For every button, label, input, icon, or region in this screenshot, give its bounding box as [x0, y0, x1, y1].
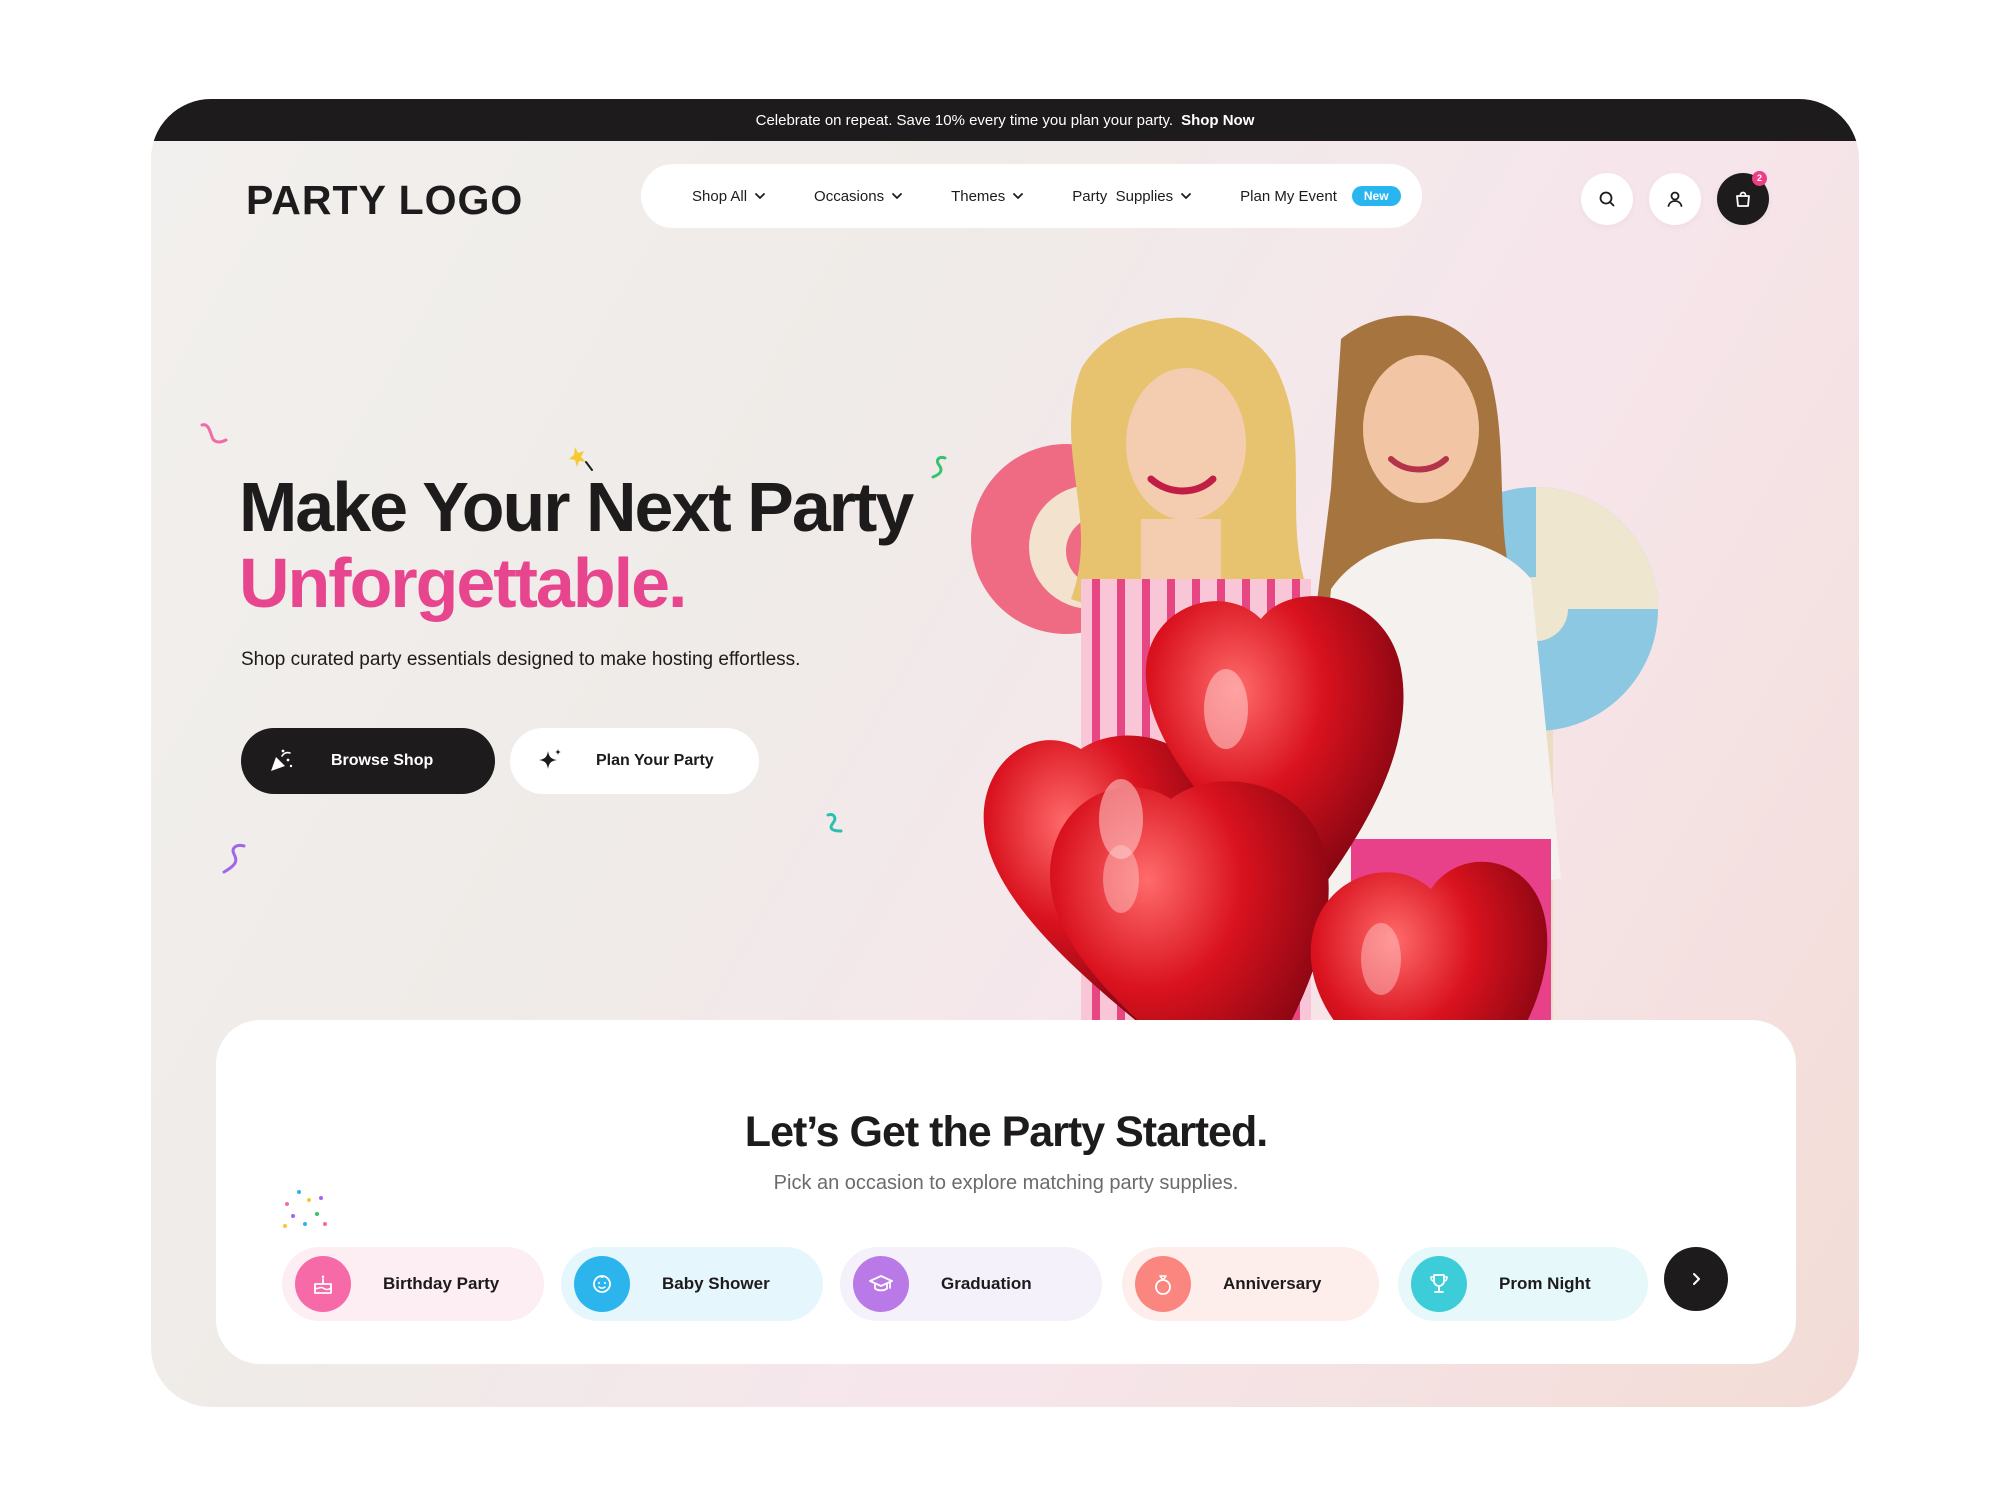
- user-icon: [1667, 191, 1683, 207]
- account-button[interactable]: [1649, 173, 1701, 225]
- squiggle-decoration: [826, 813, 843, 833]
- occasion-label: Graduation: [941, 1274, 1032, 1293]
- announcement-cta-link[interactable]: Shop Now: [1181, 112, 1254, 129]
- nav-item-label: Themes: [951, 187, 1006, 205]
- plan-your-party-button[interactable]: Plan Your Party: [510, 728, 759, 794]
- occasion-icon-wrap: [853, 1256, 909, 1312]
- announcement-text: Celebrate on repeat. Save 10% every time…: [755, 111, 1174, 129]
- cake-icon: [314, 1275, 332, 1294]
- chevron-down-icon: [1013, 193, 1024, 199]
- occasion-label: Birthday Party: [383, 1274, 500, 1293]
- occasions-section: Let’s Get the Party Started. Pick an occ…: [216, 1020, 1796, 1364]
- trophy-icon: [1430, 1274, 1448, 1293]
- squiggle-decoration: [222, 844, 246, 874]
- sparkle-icon: [539, 749, 561, 769]
- plan-your-party-label: Plan Your Party: [596, 752, 714, 769]
- occasion-birthday-party[interactable]: Birthday Party: [282, 1247, 544, 1321]
- occasion-label: Baby Shower: [662, 1274, 770, 1293]
- nav-item-label: Party Supplies: [1072, 187, 1174, 205]
- occasion-baby-shower[interactable]: Baby Shower: [561, 1247, 823, 1321]
- main-nav: Shop All Occasions Themes Party Supplies…: [641, 164, 1422, 228]
- announcement-bar: Celebrate on repeat. Save 10% every time…: [151, 99, 1859, 141]
- cart-count-badge: 2: [1752, 171, 1767, 186]
- hero-image: [971, 315, 1658, 1122]
- nav-item-shop-all[interactable]: Shop All: [692, 188, 766, 205]
- occasions-title: Let’s Get the Party Started.: [744, 1108, 1268, 1156]
- occasion-icon-wrap: [1135, 1256, 1191, 1312]
- new-badge: New: [1351, 186, 1401, 206]
- nav-item-party-supplies[interactable]: Party Supplies: [1072, 188, 1192, 205]
- nav-item-label: Plan My Event: [1240, 187, 1337, 205]
- shopping-bag-icon: [1736, 191, 1750, 207]
- squiggle-decoration: [200, 423, 228, 444]
- browse-shop-label: Browse Shop: [331, 752, 434, 769]
- occasion-icon-wrap: [295, 1256, 351, 1312]
- occasion-anniversary[interactable]: Anniversary: [1122, 1247, 1379, 1321]
- occasion-graduation[interactable]: Graduation: [840, 1247, 1102, 1321]
- squiggle-decoration: [931, 456, 947, 479]
- party-popper-icon: [271, 749, 293, 771]
- occasion-prom-night[interactable]: Prom Night: [1398, 1247, 1648, 1321]
- search-button[interactable]: [1581, 173, 1633, 225]
- occasion-label: Prom Night: [1499, 1274, 1591, 1293]
- occasions-next-button[interactable]: [1664, 1247, 1728, 1311]
- chevron-down-icon: [892, 193, 902, 199]
- occasion-icon-wrap: [1411, 1256, 1467, 1312]
- ring-icon: [1155, 1275, 1171, 1295]
- occasions-subtitle: Pick an occasion to explore matching par…: [773, 1172, 1239, 1194]
- occasion-label: Anniversary: [1223, 1274, 1322, 1293]
- hero-title: Make Your Next Party: [239, 468, 914, 546]
- chevron-down-icon: [755, 193, 765, 199]
- page-frame: Celebrate on repeat. Save 10% every time…: [151, 99, 1859, 1407]
- hero-subtitle: Shop curated party essentials designed t…: [241, 649, 801, 670]
- baby-icon: [593, 1275, 611, 1293]
- hero-title-accent: Unforgettable.: [239, 544, 687, 622]
- nav-item-plan-my-event[interactable]: Plan My Event New: [1240, 186, 1401, 206]
- cart-button[interactable]: 2: [1717, 171, 1769, 225]
- occasion-icon-wrap: [574, 1256, 630, 1312]
- nav-item-label: Occasions: [814, 187, 885, 205]
- nav-item-label: Shop All: [692, 187, 748, 205]
- nav-item-themes[interactable]: Themes: [951, 188, 1024, 205]
- chevron-right-icon: [1693, 1273, 1700, 1285]
- chevron-down-icon: [1181, 193, 1192, 199]
- graduation-cap-icon: [869, 1275, 893, 1292]
- browse-shop-button[interactable]: Browse Shop: [241, 728, 495, 794]
- brand-logo[interactable]: PARTY LOGO: [246, 177, 523, 224]
- confetti-icon: [283, 1190, 327, 1228]
- nav-item-occasions[interactable]: Occasions: [814, 188, 903, 205]
- search-icon: [1599, 191, 1615, 207]
